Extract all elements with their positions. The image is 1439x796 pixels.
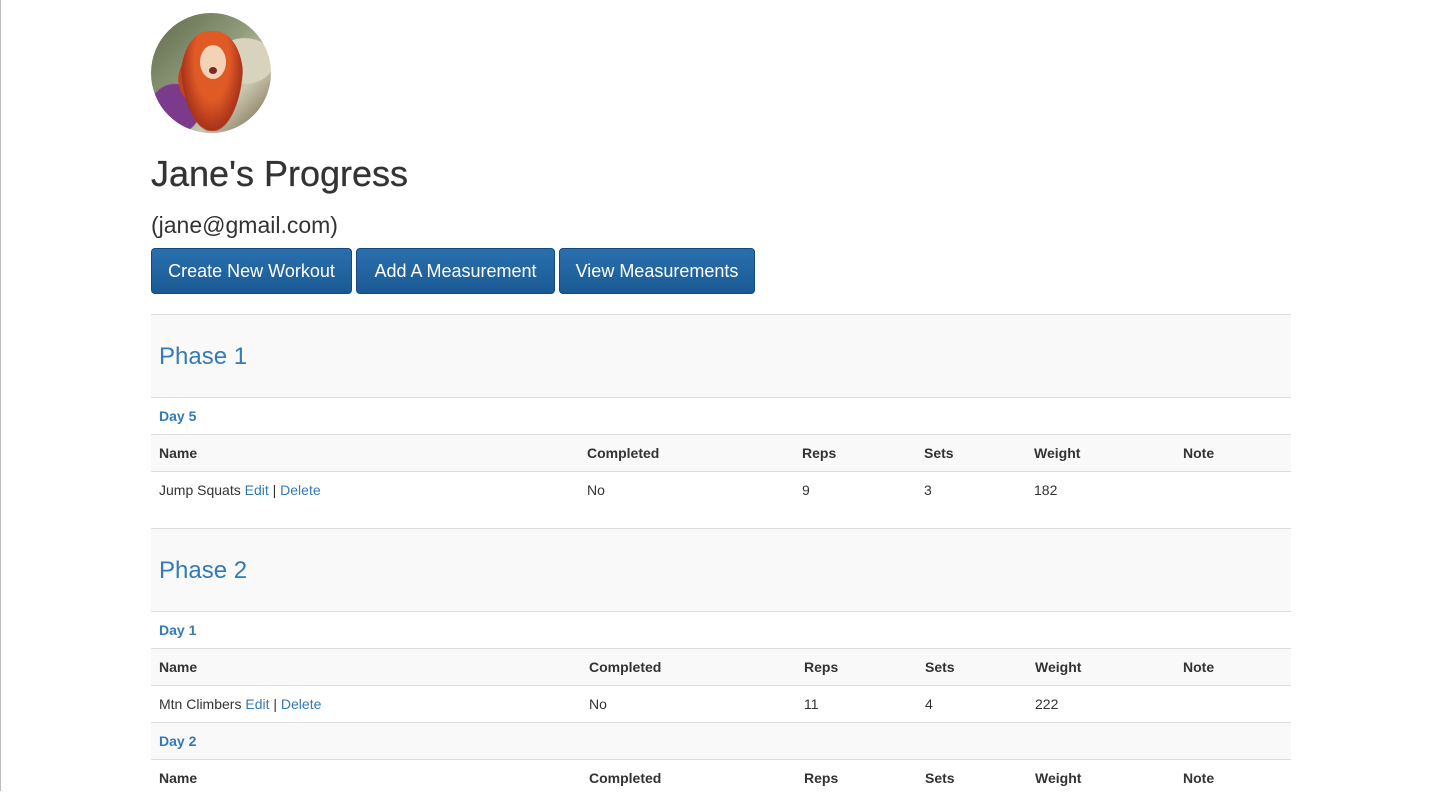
day-label: Day 2 <box>159 733 197 749</box>
page-title: Jane's Progress <box>151 153 408 194</box>
column-header-reps: Reps <box>802 445 837 461</box>
day-label: Day 5 <box>159 408 197 424</box>
day-row: Day 5 <box>151 397 1291 434</box>
column-header-reps: Reps <box>804 659 839 675</box>
table-row: Jump Squats Edit | Delete No 9 3 182 <box>151 471 1291 528</box>
column-header-weight: Weight <box>1035 659 1082 675</box>
completed-cell: No <box>587 482 605 498</box>
table-header-row: Name Completed Reps Sets Weight Note <box>151 648 1291 685</box>
phase-title: Phase 2 <box>159 557 248 584</box>
create-workout-button[interactable]: Create New Workout <box>151 248 352 294</box>
table-row: Mtn Climbers Edit | Delete No 11 4 222 <box>151 685 1291 722</box>
link-separator: | <box>273 696 278 712</box>
column-header-note: Note <box>1183 445 1215 461</box>
phase-title: Phase 1 <box>159 343 248 370</box>
column-header-name: Name <box>159 770 198 786</box>
exercise-cell: Mtn Climbers Edit | Delete <box>159 696 321 713</box>
column-header-sets: Sets <box>925 770 955 786</box>
exercise-name: Mtn Climbers <box>159 696 242 712</box>
user-email: (jane@gmail.com) <box>151 212 338 238</box>
view-measurements-button[interactable]: View Measurements <box>559 248 755 294</box>
column-header-completed: Completed <box>589 770 662 786</box>
delete-link[interactable]: Delete <box>280 482 320 498</box>
sets-cell: 3 <box>924 482 932 498</box>
column-header-sets: Sets <box>925 659 955 675</box>
column-header-note: Note <box>1183 770 1215 786</box>
day-row: Day 1 <box>151 611 1291 648</box>
column-header-weight: Weight <box>1034 445 1081 461</box>
sets-cell: 4 <box>925 696 933 712</box>
reps-cell: 9 <box>802 482 810 498</box>
exercise-cell: Jump Squats Edit | Delete <box>159 482 321 499</box>
day-label: Day 1 <box>159 622 197 638</box>
reps-cell: 11 <box>804 696 819 712</box>
column-header-note: Note <box>1183 659 1215 675</box>
phase-header: Phase 2 <box>151 528 1291 611</box>
exercise-name: Jump Squats <box>159 482 241 498</box>
column-header-name: Name <box>159 659 198 675</box>
weight-cell: 222 <box>1035 696 1059 712</box>
column-header-weight: Weight <box>1035 770 1082 786</box>
column-header-name: Name <box>159 445 198 461</box>
progress-page: Jane's Progress (jane@gmail.com) Create … <box>151 13 1291 786</box>
edit-link[interactable]: Edit <box>245 482 269 498</box>
avatar <box>151 13 271 133</box>
table-header-row: Name Completed Reps Sets Weight Note <box>151 759 1291 796</box>
column-header-sets: Sets <box>924 445 954 461</box>
add-measurement-button[interactable]: Add A Measurement <box>356 248 555 294</box>
weight-cell: 182 <box>1034 482 1058 498</box>
table-header-row: Name Completed Reps Sets Weight Note <box>151 434 1291 471</box>
delete-link[interactable]: Delete <box>281 696 321 712</box>
completed-cell: No <box>589 696 607 712</box>
column-header-completed: Completed <box>589 659 662 675</box>
link-separator: | <box>272 482 277 498</box>
day-row: Day 2 <box>151 722 1291 759</box>
phase-header: Phase 1 <box>151 314 1291 397</box>
edit-link[interactable]: Edit <box>245 696 269 712</box>
column-header-completed: Completed <box>587 445 660 461</box>
column-header-reps: Reps <box>804 770 839 786</box>
